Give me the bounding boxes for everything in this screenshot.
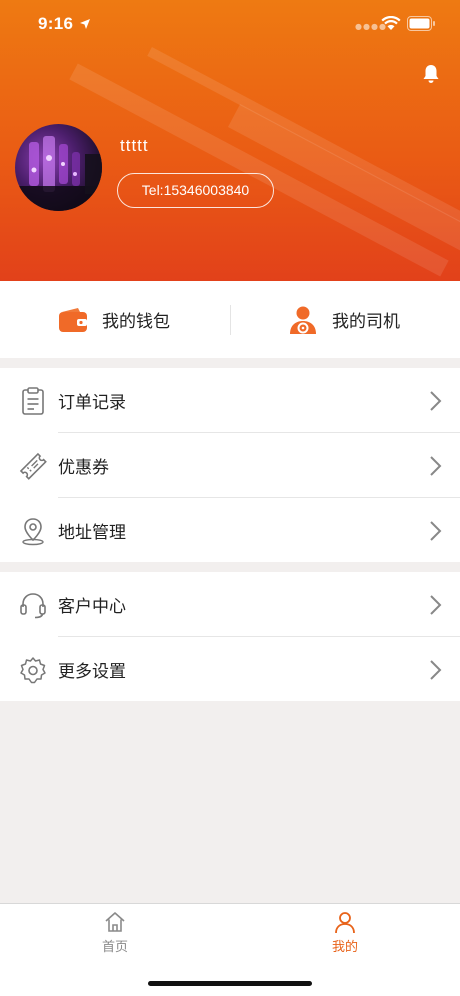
menu-item-coupons[interactable]: 优惠券 [0, 433, 460, 498]
decor-streak [69, 63, 449, 277]
menu-item-address-management[interactable]: 地址管理 [0, 498, 460, 563]
quick-action-label: 我的钱包 [102, 312, 170, 332]
wifi-icon [381, 16, 401, 30]
tab-label: 首页 [101, 940, 128, 955]
location-arrow-icon [80, 19, 90, 29]
menu-item-label: 地址管理 [58, 523, 126, 543]
divider [230, 305, 231, 335]
tab-mine[interactable]: 我的 [315, 910, 375, 955]
driver-icon [290, 306, 316, 334]
profile-header: 9:16 ●●●● ttttt Tel:15346003840 [0, 0, 460, 281]
status-bar: 9:16 ●●●● [0, 0, 460, 50]
quick-actions: 我的钱包 我的司机 [0, 281, 460, 358]
battery-icon [407, 16, 435, 31]
bell-icon[interactable] [419, 62, 443, 86]
phone-badge: Tel:15346003840 [117, 173, 274, 208]
wallet-icon [59, 307, 87, 332]
menu-item-label: 订单记录 [58, 393, 126, 413]
menu-item-more-settings[interactable]: 更多设置 [0, 637, 460, 702]
person-icon [335, 912, 355, 934]
tab-home[interactable]: 首页 [85, 910, 145, 955]
my-driver-button[interactable]: 我的司机 [288, 281, 400, 358]
chevron-right-icon [430, 521, 442, 541]
ticket-icon [19, 452, 47, 480]
headset-icon [20, 593, 46, 619]
location-pin-icon [22, 518, 44, 546]
avatar[interactable] [15, 124, 102, 211]
chevron-right-icon [430, 456, 442, 476]
home-icon [105, 912, 125, 932]
avatar-photo [15, 136, 102, 211]
menu-item-customer-center[interactable]: 客户中心 [0, 572, 460, 637]
home-indicator [148, 981, 312, 986]
status-time: 9:16 [38, 14, 74, 33]
quick-action-label: 我的司机 [332, 312, 400, 332]
menu-item-label: 优惠券 [58, 458, 109, 478]
username: ttttt [120, 136, 149, 155]
my-wallet-button[interactable]: 我的钱包 [58, 281, 170, 358]
clipboard-icon [22, 387, 44, 415]
menu-item-label: 客户中心 [58, 597, 126, 617]
gear-icon [20, 657, 46, 684]
chevron-right-icon [430, 595, 442, 615]
menu-item-order-records[interactable]: 订单记录 [0, 368, 460, 433]
tab-label: 我的 [331, 940, 358, 955]
chevron-right-icon [430, 660, 442, 680]
chevron-right-icon [430, 391, 442, 411]
menu-group-support: 客户中心 更多设置 [0, 572, 460, 701]
menu-item-label: 更多设置 [58, 662, 126, 682]
menu-group-orders: 订单记录 优惠券 地址管理 [0, 368, 460, 562]
